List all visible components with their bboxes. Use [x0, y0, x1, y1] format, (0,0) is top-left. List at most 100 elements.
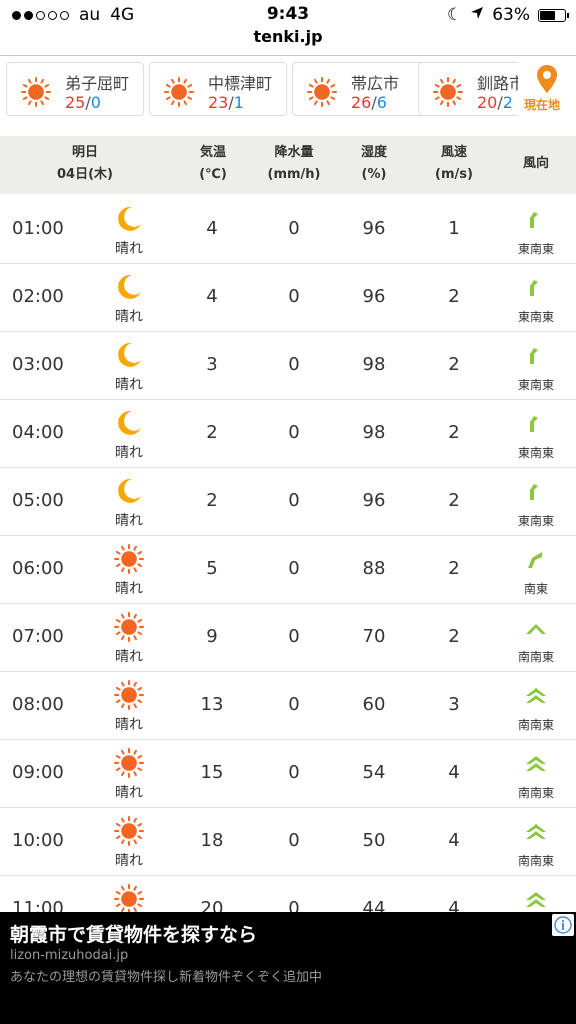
row-precip: 0 — [288, 762, 300, 783]
row-temp: 5 — [206, 558, 218, 579]
row-weather: 晴れ — [115, 377, 143, 393]
temp-header: 気温 — [199, 145, 226, 160]
row-wind-speed: 3 — [448, 694, 460, 715]
row-wind-speed: 2 — [448, 354, 460, 375]
city-high: 23 — [208, 93, 229, 112]
row-wind-direction: 南東 — [523, 582, 548, 596]
battery-percent: 63% — [492, 5, 530, 25]
status-bar: au 4G 9:43 ☾ 63% — [0, 0, 576, 30]
ad-banner[interactable]: 朝霞市で賃貸物件を探すなら lizon-mizuhodai.jp あなたの理想の… — [0, 912, 576, 1024]
row-weather: 晴れ — [115, 785, 143, 801]
table-row: 08:00 晴れ 13 0 60 3 南南東 — [0, 672, 576, 740]
row-time: 10:00 — [12, 830, 64, 851]
city-card[interactable]: 帯広市 26/6 — [292, 62, 430, 116]
direction-header: 風向 — [522, 156, 549, 171]
row-wind-direction: 南南東 — [517, 854, 554, 868]
row-temp: 13 — [200, 694, 224, 715]
ad-info-icon[interactable] — [552, 914, 574, 936]
ad-title[interactable]: 朝霞市で賃貸物件を探すなら — [10, 920, 257, 947]
city-temps: 20/2 — [477, 93, 513, 112]
sun-icon — [433, 77, 463, 107]
ad-url[interactable]: lizon-mizuhodai.jp — [10, 948, 128, 963]
row-temp: 2 — [206, 422, 218, 443]
temp-unit: (℃) — [199, 167, 227, 182]
sun-icon — [21, 77, 51, 107]
wind-unit: (m/s) — [435, 167, 473, 182]
sun-icon — [114, 544, 144, 574]
city-temps: 23/1 — [208, 93, 244, 112]
row-weather: 晴れ — [115, 513, 143, 529]
row-humidity: 98 — [362, 354, 386, 375]
row-time: 09:00 — [12, 762, 64, 783]
row-time: 02:00 — [12, 286, 64, 307]
row-weather: 晴れ — [115, 445, 143, 461]
moon-icon — [114, 204, 144, 234]
row-wind-direction: 東南東 — [517, 378, 554, 392]
row-humidity: 96 — [362, 286, 386, 307]
row-precip: 0 — [288, 286, 300, 307]
city-temps: 26/6 — [351, 93, 387, 112]
row-precip: 0 — [288, 694, 300, 715]
wind-direction-icon — [524, 888, 548, 912]
wind-direction-icon — [524, 412, 548, 436]
url-bar[interactable]: tenki.jp — [0, 27, 576, 53]
moon-icon: ☾ — [446, 5, 463, 25]
city-card[interactable]: 中標津町 23/1 — [149, 62, 287, 116]
row-time: 01:00 — [12, 218, 64, 239]
row-temp: 18 — [200, 830, 224, 851]
row-wind-direction: 東南東 — [517, 514, 554, 528]
city-low: 0 — [90, 93, 101, 112]
table-row: 04:00 晴れ 2 0 98 2 東南東 — [0, 400, 576, 468]
wind-direction-icon — [524, 684, 548, 708]
row-wind-direction: 南南東 — [517, 650, 554, 664]
table-header: 明日 04日(木) 気温 (℃) 降水量 (mm/h) 湿度 (%) 風速 (m… — [0, 136, 576, 194]
city-strip[interactable]: 弟子屈町 25/0 中標津町 23/1 帯広市 26/6 釧路市 20/2 現在… — [0, 56, 576, 126]
current-location-label: 現在地 — [524, 98, 561, 112]
row-wind-speed: 4 — [448, 830, 460, 851]
row-precip: 0 — [288, 422, 300, 443]
wind-direction-icon — [524, 276, 548, 300]
current-location-button[interactable]: 現在地 — [518, 56, 576, 126]
row-precip: 0 — [288, 830, 300, 851]
row-wind-direction: 南南東 — [517, 786, 554, 800]
ad-description[interactable]: あなたの理想の賃貸物件探し新着物件ぞくぞく追加中 — [10, 966, 322, 985]
row-humidity: 96 — [362, 490, 386, 511]
row-temp: 4 — [206, 286, 218, 307]
wind-direction-icon — [524, 548, 548, 572]
row-wind-speed: 1 — [448, 218, 460, 239]
row-time: 05:00 — [12, 490, 64, 511]
row-precip: 0 — [288, 354, 300, 375]
table-row: 07:00 晴れ 9 0 70 2 南南東 — [0, 604, 576, 672]
wind-direction-icon — [524, 208, 548, 232]
row-humidity: 98 — [362, 422, 386, 443]
city-high: 26 — [351, 93, 372, 112]
sun-icon — [114, 884, 144, 914]
sun-icon — [307, 77, 337, 107]
sun-icon — [114, 680, 144, 710]
row-weather: 晴れ — [115, 853, 143, 869]
date-label: 04日(木) — [57, 167, 113, 182]
row-weather: 晴れ — [115, 241, 143, 257]
wind-direction-icon — [524, 480, 548, 504]
moon-icon — [114, 408, 144, 438]
sun-icon — [114, 612, 144, 642]
city-low: 1 — [233, 93, 244, 112]
row-precip: 0 — [288, 626, 300, 647]
moon-icon — [114, 340, 144, 370]
row-wind-direction: 東南東 — [517, 242, 554, 256]
row-weather: 晴れ — [115, 717, 143, 733]
wind-direction-icon — [524, 616, 548, 640]
row-wind-speed: 2 — [448, 558, 460, 579]
row-humidity: 54 — [362, 762, 386, 783]
wind-direction-icon — [524, 820, 548, 844]
sun-icon — [164, 77, 194, 107]
table-row: 09:00 晴れ 15 0 54 4 南南東 — [0, 740, 576, 808]
row-humidity: 88 — [362, 558, 386, 579]
row-wind-speed: 2 — [448, 286, 460, 307]
city-card[interactable]: 弟子屈町 25/0 — [6, 62, 144, 116]
row-temp: 15 — [200, 762, 224, 783]
row-time: 07:00 — [12, 626, 64, 647]
sun-icon — [114, 748, 144, 778]
city-name: 弟子屈町 — [65, 74, 130, 93]
city-low: 6 — [376, 93, 387, 112]
